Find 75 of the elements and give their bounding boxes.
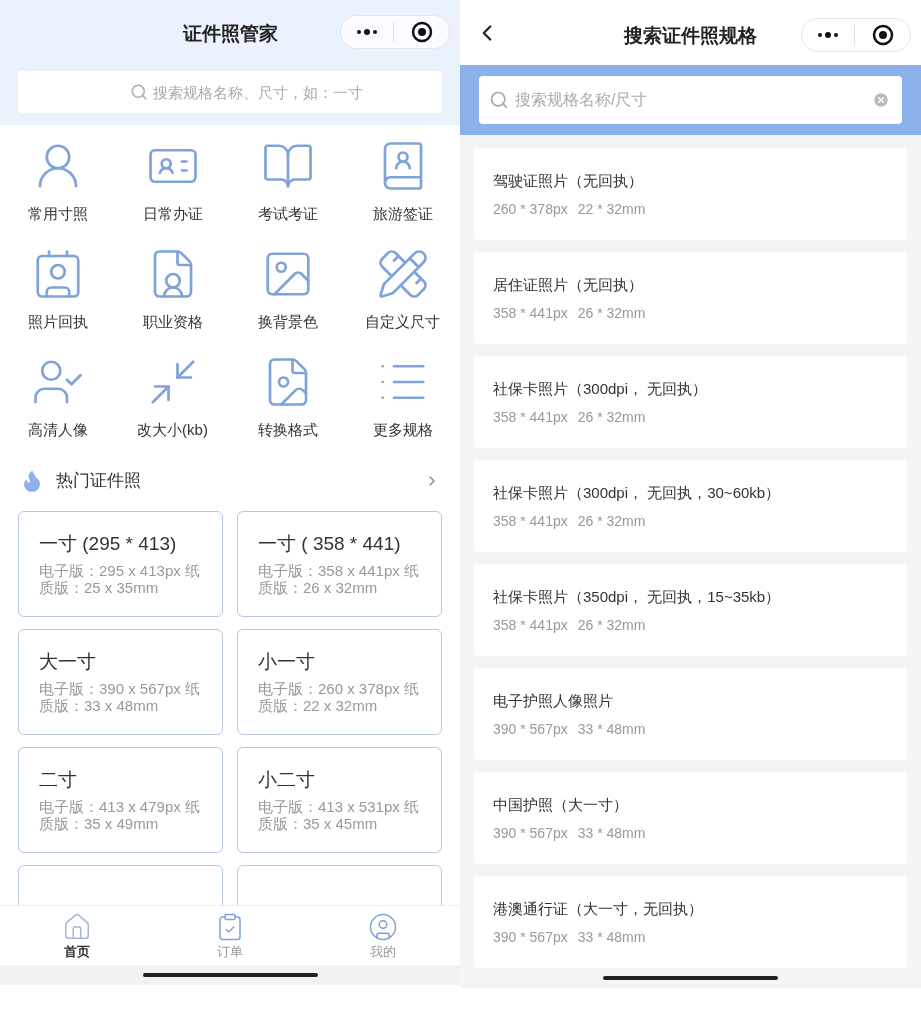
- page-title: 搜索证件照规格: [624, 24, 757, 48]
- card-detail: 电子版：413 x 531px 纸质版：35 x 45mm: [258, 797, 420, 832]
- print-size: 33 * 48mm: [577, 719, 646, 739]
- shortcut-label[interactable]: 更多规格: [372, 419, 433, 442]
- size-card[interactable]: 大一寸 电子版：390 x 567px 纸质版：33 x 48mm: [18, 629, 223, 735]
- shortcut-label[interactable]: 旅游签证: [372, 203, 433, 226]
- search-field[interactable]: 搜索规格名称/尺寸: [479, 76, 902, 124]
- shortcut-label[interactable]: 考试考证: [257, 203, 318, 226]
- print-size: 33 * 48mm: [577, 927, 646, 947]
- shortcut-label[interactable]: 换背景色: [257, 311, 318, 334]
- size-card[interactable]: 二寸 电子版：413 x 479px 纸质版：35 x 49mm: [18, 747, 223, 853]
- pixel-size: 390 * 567px: [493, 927, 568, 947]
- size-card[interactable]: 小二寸 电子版：413 x 531px 纸质版：35 x 45mm: [237, 747, 442, 853]
- print-size: 26 * 32mm: [577, 407, 646, 427]
- result-name: 港澳通行证（大一寸，无回执）: [493, 899, 704, 919]
- target-icon[interactable]: [872, 24, 894, 46]
- search-icon: [130, 83, 148, 101]
- tab[interactable]: 首页: [0, 906, 154, 965]
- result-card[interactable]: 驾驶证照片（无回执） 260 * 378px 22 * 32mm: [474, 148, 907, 240]
- app-title: 证件照管家: [182, 22, 278, 46]
- result-card[interactable]: 社保卡照片（300dpi， 无回执） 358 * 441px 26 * 32mm: [474, 356, 907, 448]
- pixel-size: 358 * 441px: [493, 407, 568, 427]
- pixel-size: 358 * 441px: [493, 615, 568, 635]
- result-name: 社保卡照片（350dpi， 无回执，15~35kb）: [493, 587, 782, 607]
- print-size: 22 * 32mm: [577, 199, 646, 219]
- pixel-size: 260 * 378px: [493, 199, 568, 219]
- pixel-size: 390 * 567px: [493, 823, 568, 843]
- result-name: 驾驶证照片（无回执）: [493, 171, 644, 191]
- result-card[interactable]: 电子护照人像照片 390 * 567px 33 * 48mm: [474, 668, 907, 760]
- result-name: 居住证照片（无回执）: [493, 275, 644, 295]
- shortcut-label[interactable]: 照片回执: [27, 311, 88, 334]
- result-card[interactable]: 中国护照（大一寸） 390 * 567px 33 * 48mm: [474, 772, 907, 864]
- card-detail: 电子版：390 x 567px 纸质版：33 x 48mm: [39, 679, 201, 714]
- result-name: 电子护照人像照片: [493, 691, 614, 711]
- card-title: 大一寸: [39, 650, 97, 674]
- more-icon[interactable]: [817, 32, 839, 38]
- card-detail: 电子版：260 x 378px 纸质版：22 x 32mm: [258, 679, 420, 714]
- shortcut-label[interactable]: 日常办证: [142, 203, 203, 226]
- print-size: 26 * 32mm: [577, 303, 646, 323]
- size-card[interactable]: 一寸 ( 358 * 441) 电子版：358 x 441px 纸质版：26 x 32mm: [237, 511, 442, 617]
- result-card[interactable]: 港澳通行证（大一寸，无回执） 390 * 567px 33 * 48mm: [474, 876, 907, 968]
- pixel-size: 390 * 567px: [493, 719, 568, 739]
- shortcut-label[interactable]: 高清人像: [27, 419, 88, 442]
- card-title: 小一寸: [258, 650, 316, 674]
- result-name: 社保卡照片（300dpi， 无回执）: [493, 379, 709, 399]
- result-card[interactable]: 社保卡照片（350dpi， 无回执，15~35kb） 358 * 441px 26 * 32mm: [474, 564, 907, 656]
- search-icon: [489, 90, 509, 110]
- search-field[interactable]: 搜索规格名称、尺寸，如：一寸: [18, 71, 442, 113]
- print-size: 26 * 32mm: [577, 511, 646, 531]
- pixel-size: 358 * 441px: [493, 511, 568, 531]
- card-title: 一寸 ( 358 * 441): [258, 532, 402, 556]
- card-title: 一寸 (295 * 413): [39, 532, 178, 556]
- card-detail: 电子版：295 x 413px 纸质版：25 x 35mm: [39, 561, 201, 596]
- more-icon[interactable]: [356, 29, 378, 35]
- card-title: 二寸: [39, 768, 78, 792]
- shortcut-label[interactable]: 常用寸照: [27, 203, 88, 226]
- section-title: 热门证件照: [56, 470, 141, 493]
- card-detail: 电子版：413 x 479px 纸质版：35 x 49mm: [39, 797, 201, 832]
- shortcut-label[interactable]: 转换格式: [257, 419, 318, 442]
- size-card[interactable]: 一寸 (295 * 413) 电子版：295 x 413px 纸质版：25 x 35mm: [18, 511, 223, 617]
- result-card[interactable]: 社保卡照片（300dpi， 无回执，30~60kb） 358 * 441px 26 * 32mm: [474, 460, 907, 552]
- shortcut-label[interactable]: 职业资格: [142, 311, 203, 334]
- print-size: 33 * 48mm: [577, 823, 646, 843]
- card-detail: 电子版：358 x 441px 纸质版：26 x 32mm: [258, 561, 420, 596]
- card-title: 小二寸: [258, 768, 316, 792]
- result-card[interactable]: 居住证照片（无回执） 358 * 441px 26 * 32mm: [474, 252, 907, 344]
- print-size: 26 * 32mm: [577, 615, 646, 635]
- shortcut-label[interactable]: 自定义尺寸: [365, 311, 440, 334]
- size-card[interactable]: 小一寸 电子版：260 x 378px 纸质版：22 x 32mm: [237, 629, 442, 735]
- user-icon: [368, 912, 399, 942]
- result-name: 社保卡照片（300dpi， 无回执，30~60kb）: [493, 483, 782, 503]
- shortcut-label[interactable]: 改大小(kb): [137, 419, 208, 442]
- pixel-size: 358 * 441px: [493, 303, 568, 323]
- target-icon[interactable]: [411, 21, 433, 43]
- result-name: 中国护照（大一寸）: [493, 795, 629, 815]
